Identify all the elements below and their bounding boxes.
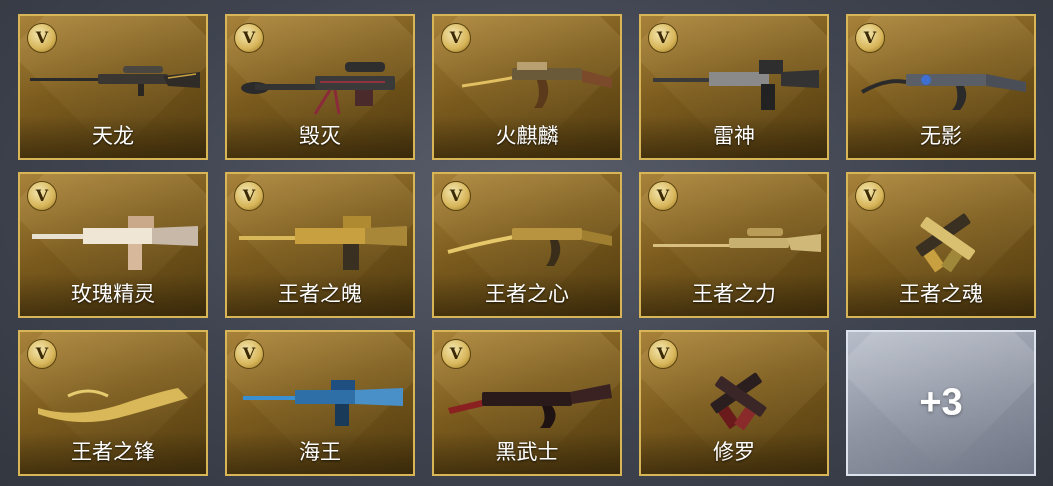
heavy-sniper-rifle-icon — [241, 62, 395, 115]
weapon-card[interactable]: V 黑武士 — [432, 330, 622, 476]
weapon-card[interactable]: V 王者之魂 — [846, 172, 1036, 318]
weapon-name: 无影 — [920, 124, 962, 148]
melee-blade-icon — [38, 388, 188, 423]
weapon-card[interactable]: V 天龙 — [18, 14, 208, 160]
weapon-name: 黑武士 — [495, 440, 559, 464]
assault-rifle-ak-icon — [448, 384, 612, 428]
more-count: +3 — [919, 381, 963, 424]
weapon-grid: V 天龙 V 毁灭 V 火麒麟 V 雷神 V 无影 V 玫瑰精灵 V 王者之魄 … — [18, 14, 1036, 476]
weapon-name: 天龙 — [92, 124, 134, 148]
v-badge-icon: V — [234, 339, 264, 369]
weapon-card[interactable]: V 玫瑰精灵 — [18, 172, 208, 318]
weapon-name: 修罗 — [713, 440, 755, 464]
weapon-name: 王者之锋 — [71, 440, 155, 464]
weapon-card[interactable]: V 无影 — [846, 14, 1036, 160]
weapon-card[interactable]: V 王者之魄 — [225, 172, 415, 318]
weapon-card[interactable]: V 修罗 — [639, 330, 829, 476]
v-badge-icon: V — [27, 181, 57, 211]
weapon-card[interactable]: V 王者之力 — [639, 172, 829, 318]
weapon-name: 毁灭 — [299, 124, 341, 148]
dual-pistols-icon — [915, 213, 975, 273]
weapon-name: 玫瑰精灵 — [71, 282, 155, 306]
v-badge-icon: V — [855, 23, 885, 53]
weapon-name: 火麒麟 — [495, 124, 559, 148]
dual-pistols-icon — [710, 372, 767, 431]
assault-rifle-ak-icon — [461, 62, 612, 108]
v-badge-icon: V — [27, 339, 57, 369]
v-badge-icon: V — [27, 23, 57, 53]
v-badge-icon: V — [648, 339, 678, 369]
assault-rifle-m4-icon — [243, 380, 403, 426]
v-badge-icon: V — [441, 23, 471, 53]
more-items-button[interactable]: +3 — [846, 330, 1036, 476]
v-badge-icon: V — [855, 181, 885, 211]
sniper-rifle-icon — [653, 228, 821, 252]
assault-rifle-m4-icon — [32, 216, 198, 270]
v-badge-icon: V — [441, 339, 471, 369]
assault-rifle-ak-icon — [860, 74, 1026, 110]
v-badge-icon: V — [441, 181, 471, 211]
assault-rifle-m4-icon — [239, 216, 407, 270]
weapon-card[interactable]: V 火麒麟 — [432, 14, 622, 160]
weapon-name: 王者之魂 — [899, 282, 983, 306]
assault-rifle-m4-icon — [653, 60, 819, 110]
v-badge-icon: V — [234, 23, 264, 53]
weapon-card[interactable]: V 海王 — [225, 330, 415, 476]
weapon-name: 雷神 — [713, 124, 755, 148]
weapon-card[interactable]: V 毁灭 — [225, 14, 415, 160]
weapon-name: 王者之魄 — [278, 282, 362, 306]
sniper-rifle-icon — [30, 66, 200, 96]
weapon-name: 海王 — [299, 440, 341, 464]
weapon-name: 王者之力 — [692, 282, 776, 306]
weapon-card[interactable]: V 雷神 — [639, 14, 829, 160]
v-badge-icon: V — [648, 181, 678, 211]
v-badge-icon: V — [648, 23, 678, 53]
weapon-card[interactable]: V 王者之心 — [432, 172, 622, 318]
v-badge-icon: V — [234, 181, 264, 211]
weapon-card[interactable]: V 王者之锋 — [18, 330, 208, 476]
assault-rifle-ak-icon — [447, 228, 612, 266]
weapon-name: 王者之心 — [485, 282, 569, 306]
